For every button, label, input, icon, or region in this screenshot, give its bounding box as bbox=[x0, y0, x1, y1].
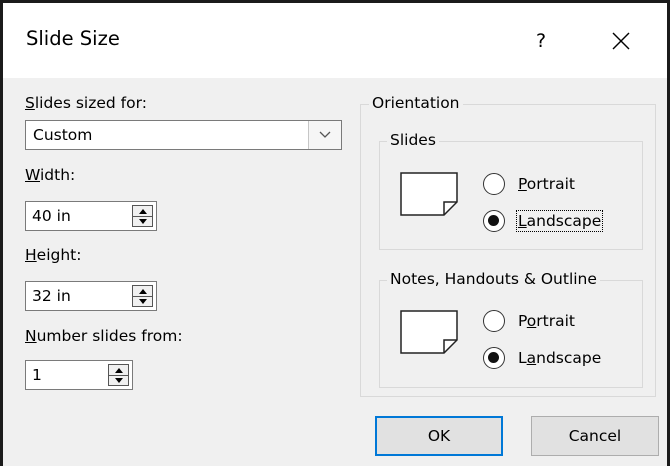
notes-landscape-radio[interactable] bbox=[483, 347, 505, 369]
height-stepper[interactable] bbox=[132, 285, 153, 307]
ok-button[interactable]: OK bbox=[375, 416, 503, 456]
notes-portrait-label[interactable]: Portrait bbox=[518, 312, 575, 330]
orientation-title: Orientation bbox=[369, 94, 463, 112]
landscape-page-icon bbox=[400, 310, 458, 354]
width-value[interactable]: 40 in bbox=[32, 207, 71, 225]
width-spinner[interactable]: 40 in bbox=[25, 201, 157, 231]
title-bar: Slide Size ? bbox=[3, 3, 667, 78]
number-slides-spinner[interactable]: 1 bbox=[25, 360, 133, 390]
slides-landscape-radio[interactable] bbox=[483, 210, 505, 232]
dropdown-button[interactable] bbox=[308, 121, 341, 149]
height-spinner[interactable]: 32 in bbox=[25, 281, 157, 311]
arrow-down-icon bbox=[138, 218, 147, 224]
landscape-page-icon bbox=[400, 172, 458, 216]
close-button[interactable] bbox=[599, 21, 643, 61]
arrow-up-icon bbox=[114, 367, 123, 373]
notes-landscape-label[interactable]: Landscape bbox=[518, 349, 601, 367]
help-button[interactable]: ? bbox=[523, 21, 559, 61]
slide-size-dialog: Slide Size ? Slides sized for: Custom Wi… bbox=[0, 0, 670, 466]
number-slides-label: Number slides from: bbox=[25, 327, 183, 345]
number-slides-value[interactable]: 1 bbox=[32, 366, 42, 384]
number-slides-stepper[interactable] bbox=[108, 364, 129, 386]
slides-landscape-label[interactable]: Landscape bbox=[515, 210, 604, 232]
sized-for-label: Slides sized for: bbox=[25, 94, 147, 112]
height-label: Height: bbox=[25, 246, 82, 264]
help-icon: ? bbox=[535, 30, 547, 52]
slides-group-title: Slides bbox=[387, 131, 439, 149]
slides-portrait-radio[interactable] bbox=[483, 173, 505, 195]
slides-portrait-label[interactable]: Portrait bbox=[518, 175, 575, 193]
notes-portrait-radio[interactable] bbox=[483, 310, 505, 332]
cancel-button[interactable]: Cancel bbox=[531, 416, 659, 456]
width-stepper[interactable] bbox=[132, 205, 153, 227]
arrow-up-icon bbox=[138, 288, 147, 294]
notes-group-title: Notes, Handouts & Outline bbox=[387, 270, 600, 288]
sized-for-select[interactable]: Custom bbox=[25, 120, 342, 150]
close-icon bbox=[612, 32, 630, 50]
chevron-down-icon bbox=[319, 131, 331, 138]
arrow-down-icon bbox=[114, 377, 123, 383]
height-decrement[interactable] bbox=[133, 296, 152, 306]
sized-for-value: Custom bbox=[33, 126, 93, 144]
number-decrement[interactable] bbox=[109, 375, 128, 385]
arrow-up-icon bbox=[138, 208, 147, 214]
width-label: Width: bbox=[25, 166, 76, 184]
height-value[interactable]: 32 in bbox=[32, 287, 71, 305]
dialog-title: Slide Size bbox=[26, 27, 120, 50]
arrow-down-icon bbox=[138, 298, 147, 304]
width-decrement[interactable] bbox=[133, 216, 152, 226]
